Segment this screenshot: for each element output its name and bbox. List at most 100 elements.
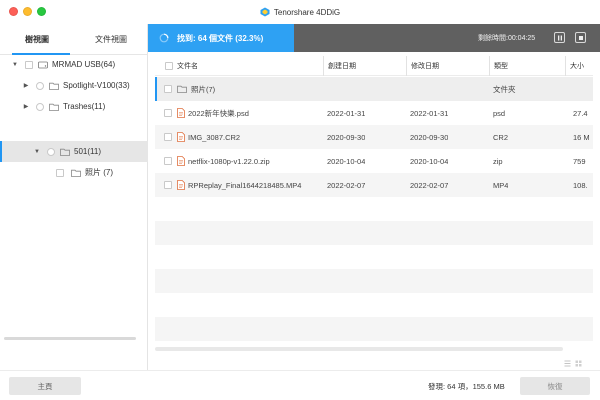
column-header-modified[interactable]: 修改日期: [406, 56, 489, 76]
column-header-label: 修改日期: [411, 63, 439, 70]
recover-button[interactable]: 恢復: [520, 377, 590, 395]
view-mode-switch: [564, 360, 582, 367]
file-icon: [177, 180, 185, 190]
row-checkbox[interactable]: [164, 133, 172, 141]
tree-item-spotlight[interactable]: ▶ Spotlight-V100(33): [0, 75, 148, 96]
column-header-label: 大小: [570, 63, 584, 70]
remaining-time: 剩餘時間: 00:04:25: [478, 24, 535, 52]
sidebar: 樹視圖 文件視圖 ▼ MRMAD USB(64) ▶ Spotlight-V10…: [0, 24, 148, 370]
loading-spinner-icon: [159, 33, 169, 43]
cell-created: 2020-09-30: [327, 132, 366, 142]
cell-name: netflix-1080p-v1.22.0.zip: [177, 149, 323, 173]
column-header-type[interactable]: 類型: [489, 56, 565, 76]
title-bar: Tenorshare 4DDiG: [0, 0, 600, 24]
cell-size: 108.: [573, 180, 588, 190]
folder-icon: [49, 103, 59, 111]
empty-row: [155, 293, 593, 317]
folder-icon: [71, 169, 81, 177]
folder-icon: [60, 148, 70, 156]
table-horizontal-scrollbar[interactable]: [155, 347, 563, 351]
row-checkbox-cell: [164, 77, 172, 101]
cell-name: 照片(7): [177, 77, 323, 101]
checkbox[interactable]: [36, 102, 44, 111]
file-icon: [177, 156, 185, 166]
app-logo-icon: [260, 7, 270, 17]
cell-name-text: 照片(7): [191, 84, 216, 94]
checkbox[interactable]: [36, 81, 44, 90]
empty-row: [155, 317, 593, 341]
table-row[interactable]: netflix-1080p-v1.22.0.zip 2020-10-04 202…: [155, 149, 593, 173]
file-table: 文件名 創建日期 修改日期 類型 大小 照片(7) 文件夾 2022新年快樂.p…: [155, 56, 593, 360]
row-checkbox[interactable]: [164, 85, 172, 93]
checkbox[interactable]: [25, 60, 33, 69]
cell-modified: 2020-10-04: [410, 156, 449, 166]
table-row[interactable]: IMG_3087.CR2 2020-09-30 2020-09-30 CR2 1…: [155, 125, 593, 149]
cell-name: 2022新年快樂.psd: [177, 101, 323, 125]
list-view-icon[interactable]: [564, 360, 571, 367]
empty-row: [155, 197, 593, 221]
row-checkbox[interactable]: [164, 181, 172, 189]
cell-type: CR2: [493, 132, 509, 142]
empty-row: [155, 269, 593, 293]
empty-row: [155, 245, 593, 269]
column-header-label: 文件名: [177, 63, 198, 70]
column-header-name[interactable]: 文件名: [173, 56, 323, 76]
table-header: 文件名 創建日期 修改日期 類型 大小: [155, 56, 593, 76]
row-checkbox-cell: [164, 173, 172, 197]
view-tabs: 樹視圖 文件視圖: [0, 24, 148, 55]
checkbox[interactable]: [56, 168, 64, 177]
cell-type: psd: [493, 108, 506, 118]
sidebar-scrollbar[interactable]: [4, 337, 136, 340]
tree-item-mrmad-usb[interactable]: ▼ MRMAD USB(64): [0, 54, 148, 75]
table-row[interactable]: 2022新年快樂.psd 2022-01-31 2022-01-31 psd 2…: [155, 101, 593, 125]
cell-name-text: 2022新年快樂.psd: [188, 108, 249, 118]
select-all-checkbox[interactable]: [165, 62, 173, 70]
table-row[interactable]: 照片(7) 文件夾: [155, 77, 593, 101]
cell-name: IMG_3087.CR2: [177, 125, 323, 149]
chevron-right-icon[interactable]: ▶: [22, 82, 30, 90]
tree-item-label: 照片 (7): [85, 168, 113, 177]
file-icon: [177, 132, 185, 142]
app-title-text: Tenorshare 4DDiG: [273, 7, 341, 17]
checkbox[interactable]: [47, 147, 55, 156]
bottom-bar: 主頁 發現: 64 項，155.6 MB 恢復: [0, 370, 600, 400]
tab-file-view[interactable]: 文件視圖: [74, 24, 148, 54]
stop-button[interactable]: [575, 32, 586, 43]
scan-progress: 找到: 64 個文件 (32.3%): [148, 24, 294, 52]
recover-button-label: 恢復: [547, 381, 563, 391]
tab-tree-view[interactable]: 樹視圖: [0, 24, 74, 55]
tree-item-photos[interactable]: 照片 (7): [0, 162, 148, 183]
cell-type: MP4: [493, 180, 509, 190]
pause-button[interactable]: [554, 32, 565, 43]
tree-item-501[interactable]: ▼ 501(11): [0, 141, 148, 162]
column-header-label: 創建日期: [328, 63, 356, 70]
cell-modified: 2020-09-30: [410, 132, 449, 142]
cell-modified: 2022-02-07: [410, 180, 449, 190]
file-icon: [177, 108, 185, 118]
cell-name: RPReplay_Final1644218485.MP4: [177, 173, 323, 197]
row-checkbox[interactable]: [164, 157, 172, 165]
grid-view-icon[interactable]: [575, 360, 582, 367]
cell-size: 27.4: [573, 108, 588, 118]
tree-item-trashes[interactable]: ▶ Trashes(11): [0, 96, 148, 117]
cell-created: 2022-02-07: [327, 180, 366, 190]
cell-name-text: RPReplay_Final1644218485.MP4: [188, 180, 302, 190]
cell-created: 2020-10-04: [327, 156, 366, 166]
tree-item-label: 501(11): [74, 147, 101, 156]
chevron-down-icon[interactable]: ▼: [33, 148, 41, 156]
chevron-down-icon[interactable]: ▼: [11, 61, 19, 69]
row-checkbox[interactable]: [164, 109, 172, 117]
row-checkbox-cell: [164, 149, 172, 173]
home-button-label: 主頁: [37, 381, 53, 391]
column-header-label: 類型: [494, 63, 508, 70]
table-row[interactable]: RPReplay_Final1644218485.MP4 2022-02-07 …: [155, 173, 593, 197]
folder-icon: [49, 82, 59, 90]
column-header-size[interactable]: 大小: [565, 56, 593, 76]
chevron-right-icon[interactable]: ▶: [22, 103, 30, 111]
stop-icon: [578, 35, 583, 40]
column-header-created[interactable]: 創建日期: [323, 56, 406, 76]
home-button[interactable]: 主頁: [9, 377, 81, 395]
tree-item-label: MRMAD USB(64): [52, 60, 116, 69]
remaining-time-label: 剩餘時間:: [478, 35, 508, 42]
cell-name-text: IMG_3087.CR2: [188, 132, 241, 142]
